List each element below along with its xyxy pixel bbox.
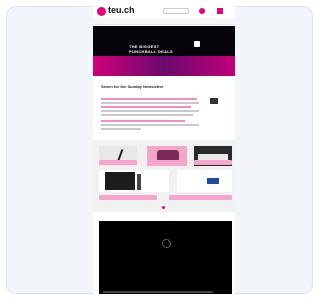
article-text-line <box>101 98 197 100</box>
article-section: Seven for the Sunday Newsletter <box>93 77 235 139</box>
hero-glow <box>93 56 235 76</box>
article-text-line <box>101 114 193 116</box>
hero-banner[interactable]: THE BIGGEST PUNCHBALL DEALS <box>93 26 235 76</box>
article-text-line <box>101 102 199 104</box>
article-text-line <box>101 106 191 108</box>
loading-spinner-icon <box>162 239 171 248</box>
video-player[interactable] <box>99 221 232 294</box>
article-text-line <box>101 110 199 112</box>
product-button[interactable] <box>99 195 157 200</box>
pagination-dot-icon[interactable] <box>162 206 165 209</box>
product-image[interactable] <box>177 170 232 192</box>
main-nav <box>93 18 235 25</box>
cart-icon[interactable] <box>217 8 223 14</box>
product-button[interactable] <box>169 195 232 200</box>
video-caption <box>103 291 213 293</box>
hero-badge-icon <box>194 41 200 47</box>
product-button[interactable] <box>99 160 137 165</box>
product-image[interactable] <box>99 170 169 192</box>
site-header: teu.ch <box>93 4 235 18</box>
product-button[interactable] <box>147 160 187 165</box>
article-title: Seven for the Sunday Newsletter <box>101 84 164 89</box>
site-logo[interactable]: teu.ch <box>108 5 135 16</box>
product-grid <box>93 140 235 212</box>
article-text-line <box>101 124 199 126</box>
article-text-line <box>101 128 141 130</box>
product-button[interactable] <box>194 160 232 165</box>
account-icon[interactable] <box>199 8 205 14</box>
website-screenshot: teu.ch THE BIGGEST PUNCHBALL DEALS Seven… <box>93 4 235 294</box>
article-text-line <box>101 120 185 122</box>
search-input[interactable] <box>163 8 189 14</box>
article-thumbnail[interactable] <box>210 98 218 104</box>
hero-headline-2: PUNCHBALL DEALS <box>129 49 173 54</box>
logo-icon[interactable] <box>97 7 106 16</box>
